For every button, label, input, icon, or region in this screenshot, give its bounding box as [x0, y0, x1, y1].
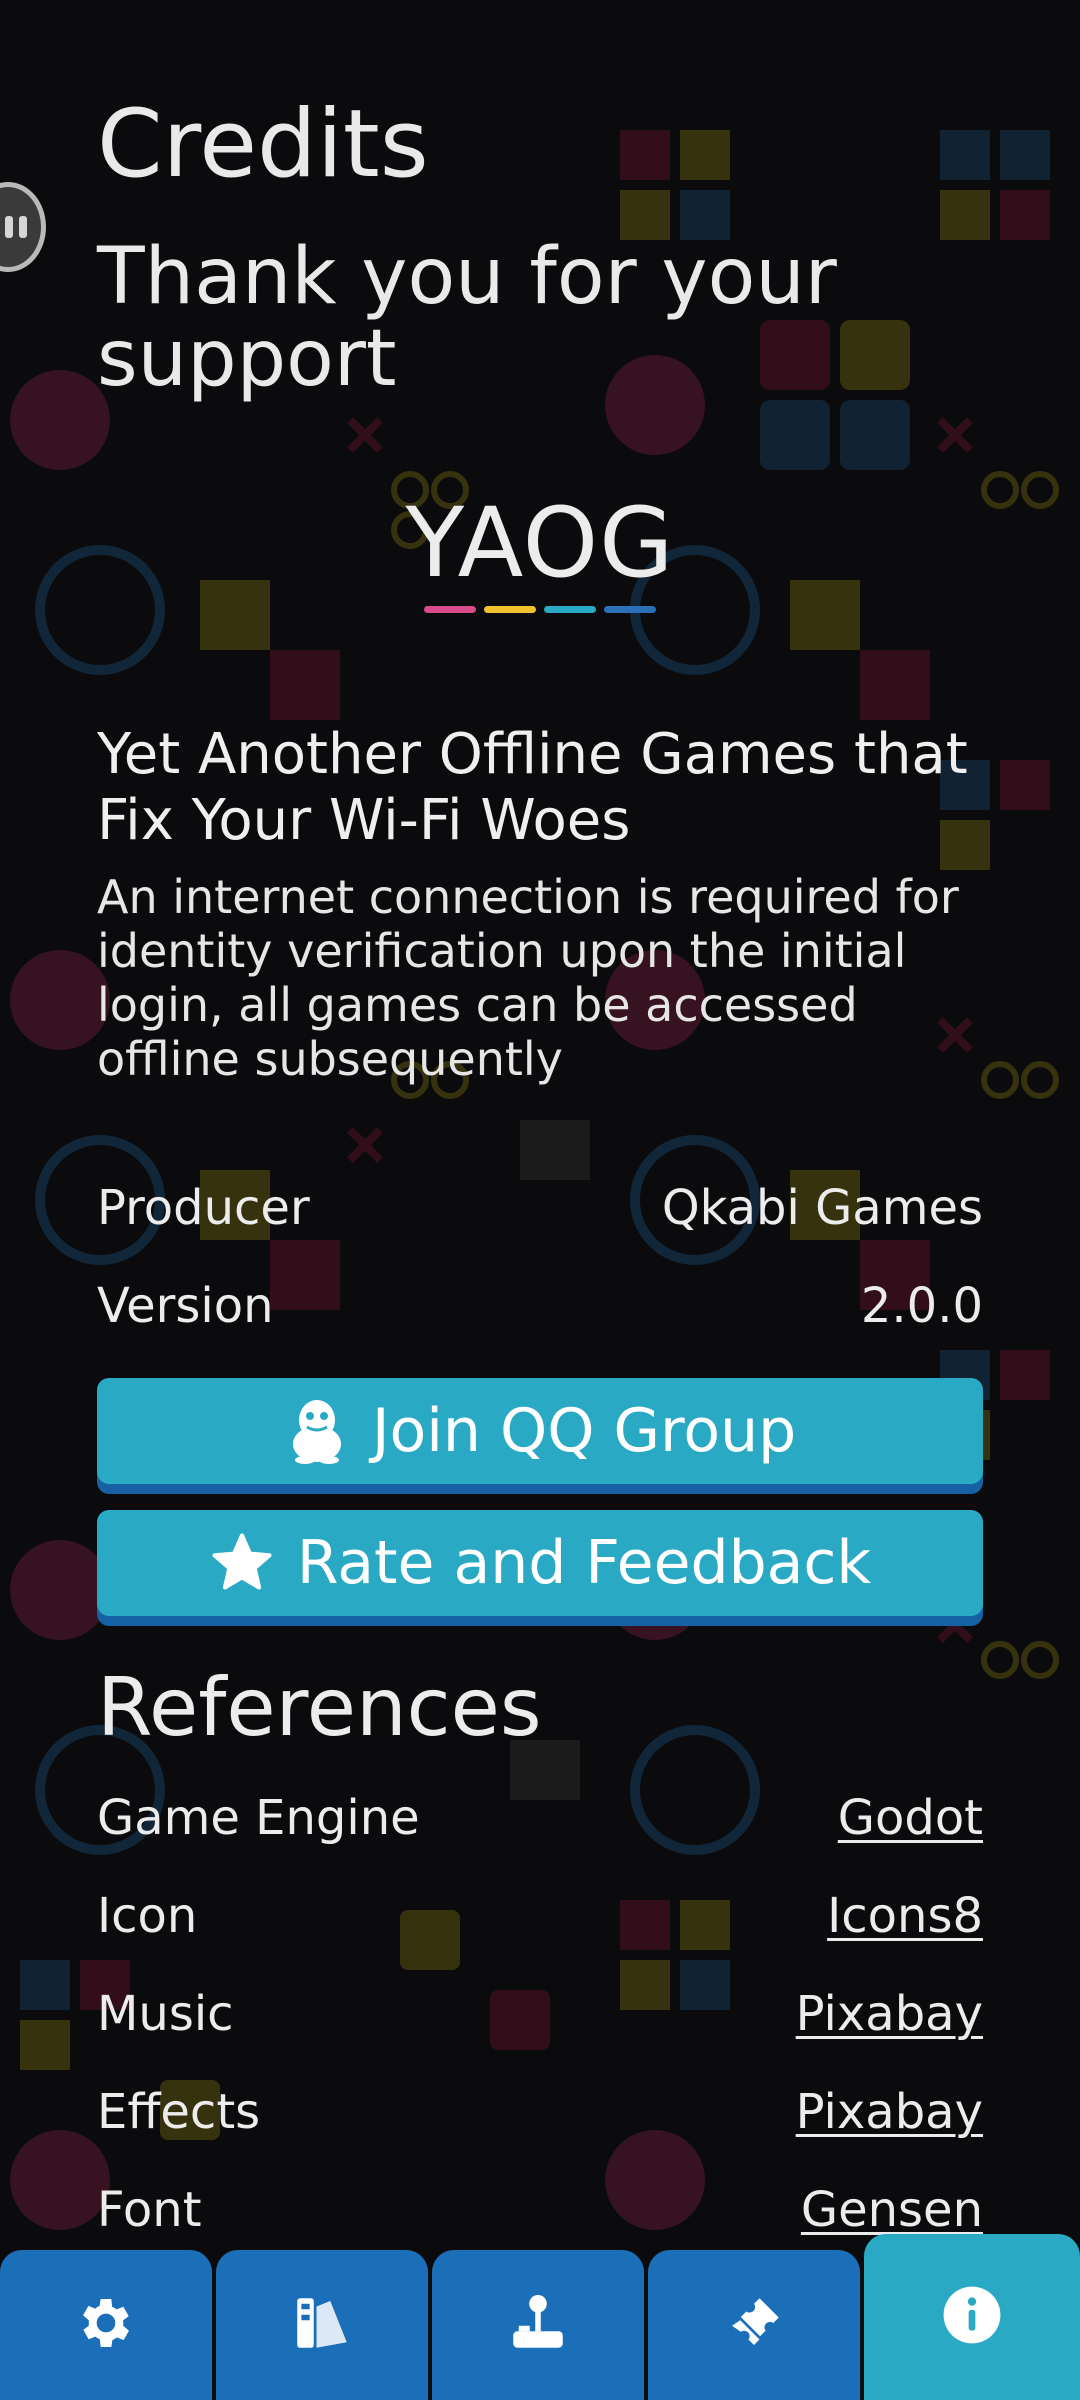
- reference-row-font: Font Gensen: [97, 2180, 983, 2240]
- bottom-nav: [0, 2234, 1080, 2400]
- rate-and-feedback-label: Rate and Feedback: [296, 1528, 872, 1598]
- logo-color-bars: [97, 606, 983, 613]
- logo-bar-blue: [604, 606, 656, 613]
- info-icon: [941, 2284, 1003, 2350]
- logo-bar-pink: [424, 606, 476, 613]
- qq-penguin-icon: [284, 1398, 350, 1464]
- app-tagline: Yet Another Offline Games that Fix Your …: [97, 722, 968, 853]
- star-icon: [209, 1530, 275, 1596]
- nav-tab-games[interactable]: [432, 2250, 644, 2400]
- producer-label: Producer: [97, 1180, 310, 1236]
- gear-icon: [74, 2291, 138, 2359]
- joystick-icon: [503, 2290, 573, 2360]
- reference-row-game-engine: Game Engine Godot: [97, 1788, 983, 1848]
- palette-icon: [289, 2290, 355, 2360]
- logo-text: YAOG: [405, 487, 675, 599]
- ticket-icon: [721, 2290, 787, 2360]
- reference-row-effects: Effects Pixabay: [97, 2082, 983, 2142]
- version-row: Version 2.0.0: [97, 1276, 983, 1336]
- reference-label: Effects: [97, 2084, 261, 2140]
- offline-note: An internet connection is required for i…: [97, 870, 959, 1086]
- reference-label: Game Engine: [97, 1790, 420, 1846]
- reference-label: Music: [97, 1986, 234, 2042]
- version-value: 2.0.0: [860, 1278, 983, 1334]
- nav-tab-info[interactable]: [864, 2234, 1080, 2400]
- reference-link-godot[interactable]: Godot: [838, 1788, 983, 1848]
- nav-tab-theme[interactable]: [216, 2250, 428, 2400]
- reference-link-pixabay-music[interactable]: Pixabay: [796, 1984, 983, 2044]
- producer-value: Qkabi Games: [661, 1180, 983, 1236]
- rate-and-feedback-button[interactable]: Rate and Feedback: [97, 1510, 983, 1616]
- producer-row: Producer Qkabi Games: [97, 1178, 983, 1238]
- version-label: Version: [97, 1278, 274, 1334]
- join-qq-group-label: Join QQ Group: [371, 1396, 797, 1466]
- reference-row-music: Music Pixabay: [97, 1984, 983, 2044]
- reference-link-gensen[interactable]: Gensen: [801, 2180, 983, 2240]
- reference-label: Icon: [97, 1888, 198, 1944]
- reference-link-icons8[interactable]: Icons8: [827, 1886, 983, 1946]
- app-logo: YAOG: [97, 488, 983, 613]
- reference-link-pixabay-effects[interactable]: Pixabay: [796, 2082, 983, 2142]
- nav-tab-tickets[interactable]: [648, 2250, 860, 2400]
- page-title: Credits: [97, 90, 429, 199]
- logo-bar-cyan: [544, 606, 596, 613]
- references-title: References: [97, 1661, 542, 1754]
- reference-row-icon: Icon Icons8: [97, 1886, 983, 1946]
- page-subtitle: Thank you for your support: [97, 232, 837, 404]
- logo-bar-yellow: [484, 606, 536, 613]
- nav-tab-settings[interactable]: [0, 2250, 212, 2400]
- reference-label: Font: [97, 2182, 202, 2238]
- join-qq-group-button[interactable]: Join QQ Group: [97, 1378, 983, 1484]
